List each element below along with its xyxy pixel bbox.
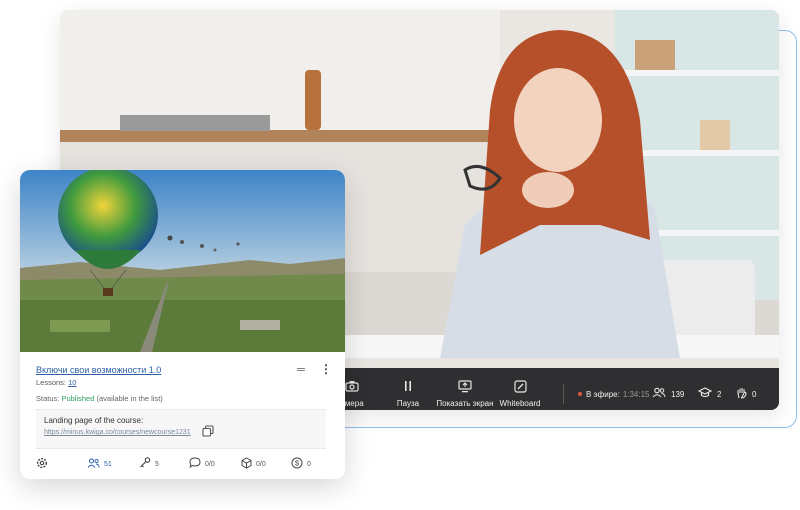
lessons-row: Lessons: 10 xyxy=(36,378,76,387)
participants-count: 139 xyxy=(671,389,685,399)
status-value: Published xyxy=(61,394,95,403)
users-icon xyxy=(652,387,666,401)
cube-icon xyxy=(241,456,252,472)
users-icon xyxy=(87,458,100,471)
key-icon xyxy=(139,457,151,471)
controls-divider xyxy=(563,384,564,404)
quizzes-count: 0/0 xyxy=(256,460,266,468)
course-title-link[interactable]: Включи свои возможности 1.0 xyxy=(36,365,161,375)
payments-count: 0 xyxy=(307,460,311,468)
share-screen-label: Показать экран xyxy=(436,399,494,408)
raised-hands-count: 0 xyxy=(752,389,757,399)
pause-icon xyxy=(403,380,413,396)
landing-page-url[interactable]: https://minus.kwiga.co/courses/newcourse… xyxy=(44,429,191,436)
live-label: В эфире: xyxy=(586,389,620,399)
users-stat[interactable]: 51 xyxy=(87,457,112,471)
course-cover-image xyxy=(20,170,345,352)
participants-stat[interactable]: 139 xyxy=(652,368,684,410)
landing-page-box: Landing page of the course: https://minu… xyxy=(36,409,326,449)
drag-handle-icon[interactable]: ═ xyxy=(297,364,305,376)
course-card: Включи свои возможности 1.0 ═ ⋮ Lessons:… xyxy=(20,170,345,479)
gear-icon xyxy=(36,457,48,472)
lessons-label: Lessons: xyxy=(36,378,67,387)
comments-stat[interactable]: 0/0 xyxy=(189,457,215,471)
whiteboard-label: Whiteboard xyxy=(499,399,541,408)
settings-button[interactable] xyxy=(36,457,52,471)
landing-page-title: Landing page of the course: xyxy=(44,416,144,425)
graduation-cap-icon xyxy=(697,387,713,401)
keys-count: 5 xyxy=(155,460,159,468)
share-screen-icon xyxy=(458,380,472,396)
comment-icon xyxy=(189,457,201,471)
raised-hands-stat[interactable]: 0 xyxy=(736,368,756,410)
pause-label: Пауза xyxy=(396,399,420,408)
status-label: Status: xyxy=(36,394,60,403)
live-time: 1:34:15 xyxy=(622,389,650,399)
whiteboard-button[interactable]: Whiteboard xyxy=(499,368,541,410)
students-stat[interactable]: 2 xyxy=(697,368,722,410)
students-count: 2 xyxy=(717,389,722,399)
quizzes-stat[interactable]: 0/0 xyxy=(241,456,266,472)
payments-stat[interactable]: $ 0 xyxy=(291,457,311,471)
pause-button[interactable]: Пауза xyxy=(390,368,426,410)
comments-count: 0/0 xyxy=(205,460,215,468)
share-screen-button[interactable]: Показать экран xyxy=(435,368,495,410)
keys-stat[interactable]: 5 xyxy=(139,457,159,471)
live-status: В эфире: 1:34:15 xyxy=(578,368,650,410)
lessons-count-link[interactable]: 10 xyxy=(68,378,76,387)
copy-icon[interactable] xyxy=(202,425,214,440)
status-row: Status: Published (available in the list… xyxy=(36,394,163,403)
whiteboard-icon xyxy=(513,380,527,396)
live-dot-icon xyxy=(578,392,582,396)
camera-icon xyxy=(345,380,359,396)
more-options-icon[interactable]: ⋮ xyxy=(320,362,332,376)
dollar-icon: $ xyxy=(291,457,303,472)
svg-text:$: $ xyxy=(295,458,300,467)
users-count: 51 xyxy=(104,460,112,468)
status-note: (available in the list) xyxy=(96,394,163,403)
hand-icon xyxy=(736,387,747,402)
